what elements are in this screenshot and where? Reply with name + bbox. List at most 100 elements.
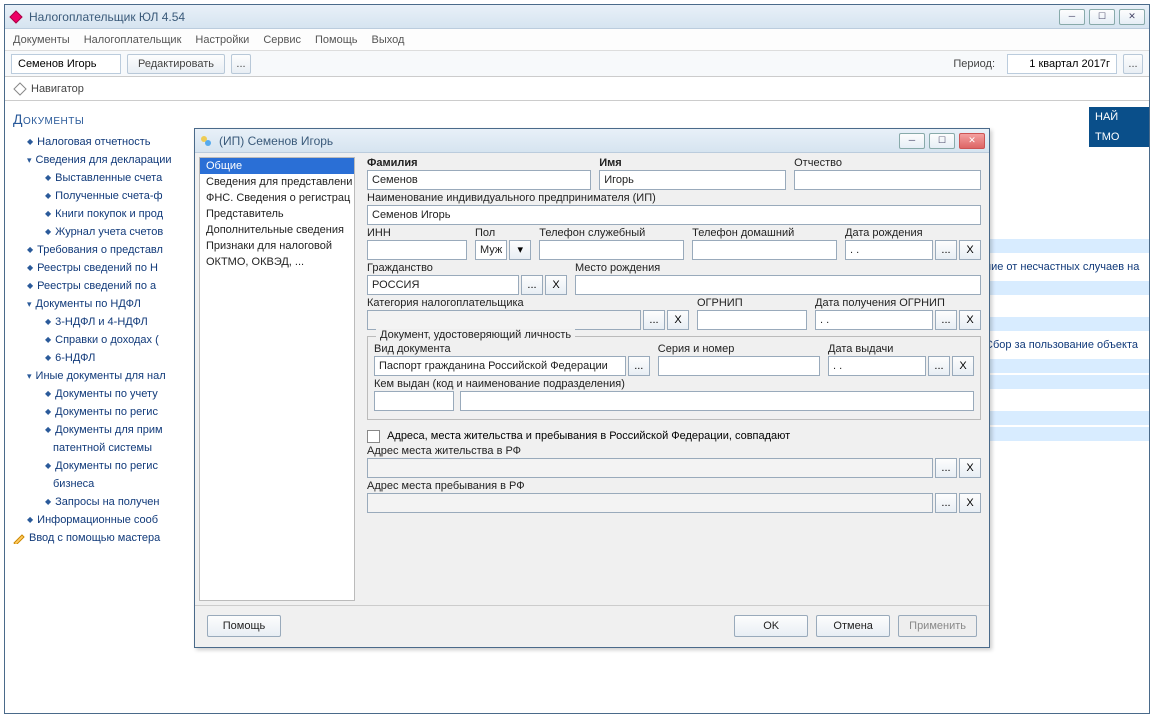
input-patronymic[interactable] (794, 170, 981, 190)
right-panel: НАЙ ТМО ние от несчастных случаев на Сбо… (985, 107, 1149, 443)
addrlive-clear-button[interactable]: X (959, 458, 981, 478)
input-addrlive[interactable] (367, 458, 933, 478)
category-browse-button[interactable]: ... (643, 310, 665, 330)
maximize-button[interactable]: ☐ (1089, 9, 1115, 25)
menu-documents[interactable]: Документы (13, 34, 70, 46)
citizenship-browse-button[interactable]: ... (521, 275, 543, 295)
input-inn[interactable] (367, 240, 467, 260)
bullet-icon: ◆ (45, 169, 51, 187)
birthdate-picker-button[interactable]: ... (935, 240, 957, 260)
dialog-nav-submission[interactable]: Сведения для представлени (200, 174, 354, 190)
menu-settings[interactable]: Настройки (195, 34, 249, 46)
label-category: Категория налогоплательщика (367, 297, 689, 309)
dialog-form: Фамилия Семенов Имя Игорь Отчество Наиме… (359, 153, 989, 605)
dialog-nav-taxflags[interactable]: Признаки для налоговой (200, 238, 354, 254)
input-firstname[interactable]: Игорь (599, 170, 786, 190)
menu-service[interactable]: Сервис (263, 34, 301, 46)
docdate-clear-button[interactable]: X (952, 356, 974, 376)
input-ogrnipdate[interactable]: . . (815, 310, 933, 330)
label-birthplace: Место рождения (575, 262, 981, 274)
dialog-nav-oktmo[interactable]: ОКТМО, ОКВЭД, ... (200, 254, 354, 270)
right-row-3 (985, 317, 1149, 331)
ogrnipdate-picker-button[interactable]: ... (935, 310, 957, 330)
label-docdate: Дата выдачи (828, 343, 974, 355)
label-addresses-same: Адреса, места жительства и пребывания в … (387, 430, 790, 442)
input-ipname[interactable]: Семенов Игорь (367, 205, 981, 225)
input-issuedby-code[interactable] (374, 391, 454, 411)
bullet-icon: ◆ (45, 313, 51, 331)
input-birthdate[interactable]: . . (845, 240, 933, 260)
edit-button[interactable]: Редактировать (127, 54, 225, 74)
dialog-minimize-button[interactable]: ─ (899, 133, 925, 149)
close-button[interactable]: ✕ (1119, 9, 1145, 25)
input-homephone[interactable] (692, 240, 837, 260)
bullet-icon: ◆ (45, 349, 51, 367)
taxpayer-dialog: (ИП) Семенов Игорь ─ ☐ ✕ Общие Сведения … (194, 128, 990, 648)
dialog-nav: Общие Сведения для представлени ФНС. Све… (199, 157, 355, 601)
input-docdate[interactable]: . . (828, 356, 926, 376)
navigator-row[interactable]: Навигатор (5, 77, 1149, 101)
dialog-title: (ИП) Семенов Игорь (219, 134, 899, 148)
dialog-footer: Помощь OK Отмена Применить (195, 605, 989, 645)
input-category[interactable] (367, 310, 641, 330)
cancel-button[interactable]: Отмена (816, 615, 890, 637)
toolbar-more-button[interactable]: ... (231, 54, 251, 74)
input-birthplace[interactable] (575, 275, 981, 295)
label-workphone: Телефон служебный (539, 227, 684, 239)
bullet-icon: ◆ (45, 187, 51, 205)
dialog-titlebar: (ИП) Семенов Игорь ─ ☐ ✕ (195, 129, 989, 153)
ok-button[interactable]: OK (734, 615, 808, 637)
dialog-nav-general[interactable]: Общие (200, 158, 354, 174)
period-picker-button[interactable]: ... (1123, 54, 1143, 74)
sex-dropdown-button[interactable]: ▾ (509, 240, 531, 260)
input-issuedby-name[interactable] (460, 391, 974, 411)
menu-exit[interactable]: Выход (372, 34, 405, 46)
help-button[interactable]: Помощь (207, 615, 281, 637)
input-workphone[interactable] (539, 240, 684, 260)
right-link-1[interactable]: ние от несчастных случаев на (985, 261, 1149, 273)
input-ogrnip[interactable] (697, 310, 807, 330)
category-clear-button[interactable]: X (667, 310, 689, 330)
bullet-icon: ◆ (45, 493, 51, 511)
ogrnipdate-clear-button[interactable]: X (959, 310, 981, 330)
dialog-nav-representative[interactable]: Представитель (200, 206, 354, 222)
input-doctype[interactable]: Паспорт гражданина Российской Федерации (374, 356, 626, 376)
apply-button[interactable]: Применить (898, 615, 977, 637)
label-patronymic: Отчество (794, 157, 981, 169)
input-sex[interactable]: Муж (475, 240, 507, 260)
right-link-2[interactable]: Сбор за пользование объекта (985, 339, 1149, 351)
input-citizenship[interactable]: РОССИЯ (367, 275, 519, 295)
citizenship-clear-button[interactable]: X (545, 275, 567, 295)
docdate-picker-button[interactable]: ... (928, 356, 950, 376)
right-row-2 (985, 281, 1149, 295)
right-row-5 (985, 375, 1149, 389)
addrstay-clear-button[interactable]: X (959, 493, 981, 513)
dialog-maximize-button[interactable]: ☐ (929, 133, 955, 149)
label-doctype: Вид документа (374, 343, 650, 355)
dialog-close-button[interactable]: ✕ (959, 133, 985, 149)
doctype-browse-button[interactable]: ... (628, 356, 650, 376)
input-docnum[interactable] (658, 356, 820, 376)
minimize-button[interactable]: ─ (1059, 9, 1085, 25)
label-ogrnip: ОГРНИП (697, 297, 807, 309)
checkbox-addresses-same[interactable] (367, 430, 380, 443)
current-taxpayer-name: Семенов Игорь (11, 54, 121, 74)
identity-document-group: Документ, удостоверяющий личность Вид до… (367, 336, 981, 420)
menu-help[interactable]: Помощь (315, 34, 358, 46)
sidebar-heading: Документы (13, 111, 243, 127)
dialog-nav-additional[interactable]: Дополнительные сведения (200, 222, 354, 238)
toolbar: Семенов Игорь Редактировать ... Период: … (5, 51, 1149, 77)
menu-taxpayer[interactable]: Налогоплательщик (84, 34, 182, 46)
bullet-icon: ◆ (45, 385, 51, 403)
addrstay-browse-button[interactable]: ... (935, 493, 957, 513)
input-lastname[interactable]: Семенов (367, 170, 591, 190)
bullet-icon: ◆ (45, 223, 51, 241)
label-birthdate: Дата рождения (845, 227, 981, 239)
input-addrstay[interactable] (367, 493, 933, 513)
dialog-nav-fns[interactable]: ФНС. Сведения о регистрац (200, 190, 354, 206)
label-inn: ИНН (367, 227, 467, 239)
bullet-icon: ◆ (27, 277, 33, 295)
label-addrstay: Адрес места пребывания в РФ (367, 480, 981, 492)
birthdate-clear-button[interactable]: X (959, 240, 981, 260)
addrlive-browse-button[interactable]: ... (935, 458, 957, 478)
